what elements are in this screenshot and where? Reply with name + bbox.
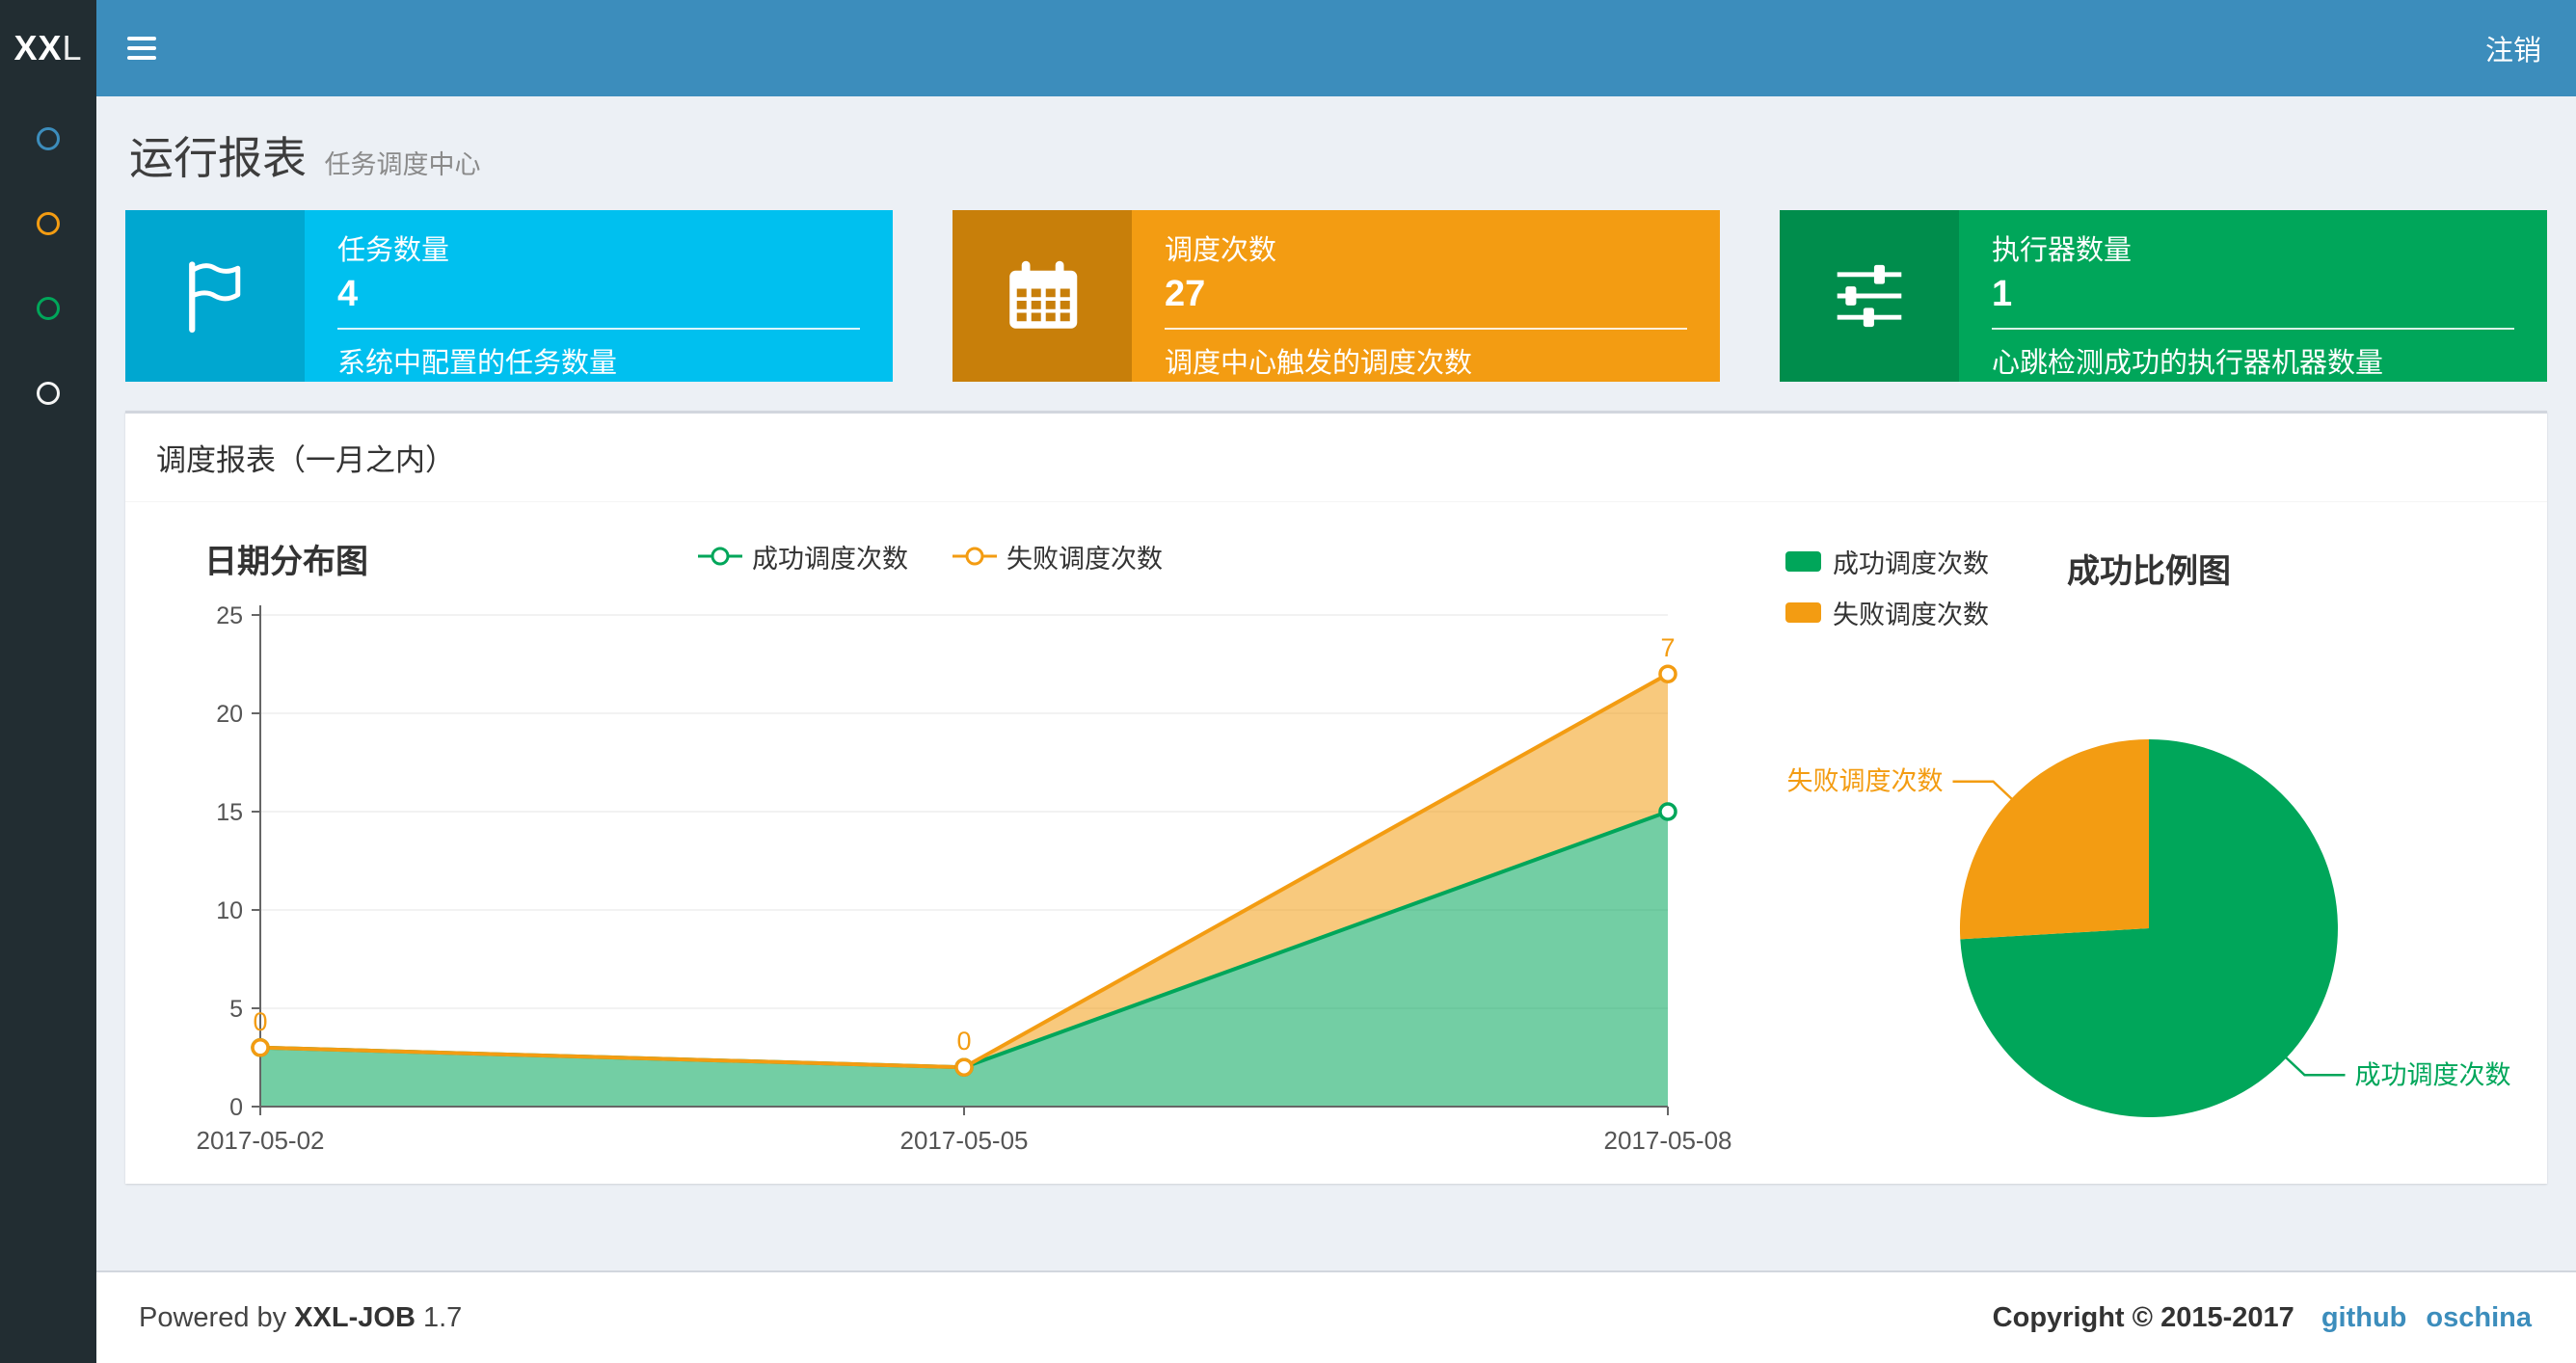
info-box: 执行器数量 1 心跳检测成功的执行器机器数量	[1780, 210, 2547, 382]
svg-text:25: 25	[216, 602, 243, 629]
info-box-divider	[1165, 328, 1687, 330]
pie-slice[interactable]	[1959, 739, 2149, 940]
legend-line-icon	[953, 547, 997, 566]
pie-chart-title: 成功比例图	[2067, 553, 2231, 590]
panel-body: 日期分布图 成功调度次数 失败调度次数 0 5 10 15 20 25 2017-05-02…	[125, 502, 2547, 1184]
info-box-description: 调度中心触发的调度次数	[1165, 348, 1473, 379]
sidebar-menu	[0, 96, 96, 436]
calendar-icon-block	[953, 210, 1132, 382]
footer-links: github oschina	[2302, 1302, 2532, 1333]
legend-label: 成功调度次数	[1833, 549, 1989, 578]
sidebar-toggle-button[interactable]	[96, 0, 187, 96]
svg-text:15: 15	[216, 799, 243, 826]
legend-label: 失败调度次数	[1006, 544, 1163, 574]
sidebar-item-3[interactable]	[0, 266, 96, 351]
page-subtitle: 任务调度中心	[324, 150, 481, 179]
info-box-text: 任务数量 4 系统中配置的任务数量	[305, 210, 893, 382]
line-chart-area: 日期分布图 成功调度次数 失败调度次数 0 5 10 15 20 25 2017-05-02…	[154, 531, 1784, 1164]
info-box-text: 调度次数 27 调度中心触发的调度次数	[1132, 210, 1720, 382]
info-box-text: 执行器数量 1 心跳检测成功的执行器机器数量	[1959, 210, 2547, 382]
legend-item[interactable]: 成功调度次数	[698, 538, 908, 575]
data-point[interactable]	[1658, 664, 1677, 683]
point-label: 0	[956, 1027, 971, 1056]
point-label: 0	[253, 1007, 267, 1036]
svg-text:2017-05-05: 2017-05-05	[900, 1126, 1029, 1155]
logo-text-bold: XX	[13, 28, 63, 67]
line-chart-legend: 成功调度次数 失败调度次数	[698, 538, 1163, 575]
data-point[interactable]	[251, 1038, 270, 1057]
info-box: 调度次数 27 调度中心触发的调度次数	[953, 210, 1720, 382]
circle-icon	[37, 297, 60, 320]
point-label: 7	[1660, 633, 1675, 662]
footer: Powered by XXL-JOB 1.7 Copyright © 2015-…	[96, 1270, 2576, 1363]
svg-text:20: 20	[216, 701, 243, 728]
product-version: 1.7	[422, 1301, 463, 1333]
calendar-icon	[1009, 260, 1078, 329]
report-panel: 调度报表（一月之内） 日期分布图 成功调度次数 失败调度次数 0 5 10 15 20 2…	[125, 411, 2547, 1184]
sidebar-item-4[interactable]	[0, 351, 96, 436]
pie-chart-area: 成功调度次数 失败调度次数 成功调度次数 失败调度次数 成功比例图	[1784, 531, 2528, 1164]
info-box: 任务数量 4 系统中配置的任务数量	[125, 210, 893, 382]
sidebar-item-2[interactable]	[0, 181, 96, 266]
product-name: XXL-JOB	[294, 1301, 416, 1333]
info-box-title: 任务数量	[337, 235, 450, 266]
svg-text:2017-05-02: 2017-05-02	[197, 1126, 325, 1155]
sliders-icon-block	[1780, 210, 1959, 382]
circle-icon	[37, 127, 60, 150]
powered-by: Powered by XXL-JOB 1.7	[139, 1301, 463, 1333]
circle-icon	[37, 212, 60, 235]
footer-link-oschina[interactable]: oschina	[2426, 1302, 2532, 1333]
info-box-value: 27	[1165, 274, 1206, 314]
legend-label: 成功调度次数	[752, 544, 908, 574]
sidebar-item-1[interactable]	[0, 96, 96, 181]
flag-icon	[189, 261, 241, 334]
legend-swatch-icon	[1785, 602, 1821, 623]
pie-slice-label: 失败调度次数	[1787, 767, 1944, 796]
info-boxes-row: 任务数量 4 系统中配置的任务数量 调度次数 27 调度中心触发的调度次数 执行…	[96, 210, 2576, 382]
top-navbar: XX L 注销	[0, 0, 2576, 96]
line-chart-title: 日期分布图	[204, 544, 368, 580]
info-box-title: 调度次数	[1165, 235, 1277, 266]
copyright-text: Copyright © 2015-2017	[1992, 1301, 2294, 1333]
main-content: 运行报表 任务调度中心 任务数量 4 系统中配置的任务数量 调度次数 27 调度…	[96, 96, 2576, 1270]
logout-link[interactable]: 注销	[2451, 0, 2576, 96]
svg-text:5: 5	[229, 996, 243, 1023]
pie-slice-label: 成功调度次数	[2355, 1060, 2511, 1089]
hamburger-icon	[127, 37, 156, 40]
footer-link-github[interactable]: github	[2321, 1302, 2407, 1333]
info-box-description: 系统中配置的任务数量	[337, 348, 618, 379]
info-box-value: 4	[337, 274, 359, 314]
content-header: 运行报表 任务调度中心	[96, 96, 2576, 210]
app-logo[interactable]: XX L	[0, 0, 96, 96]
info-box-value: 1	[1992, 274, 2013, 314]
svg-text:0: 0	[229, 1094, 243, 1121]
info-box-divider	[337, 328, 860, 330]
sidebar	[0, 96, 96, 1363]
pie-callout-line	[1952, 780, 2014, 801]
page-title: 运行报表	[129, 133, 307, 183]
pie-callout-line	[2284, 1056, 2346, 1077]
panel-title: 调度报表（一月之内）	[125, 414, 2547, 502]
legend-item[interactable]: 失败调度次数	[1785, 594, 1989, 631]
sliders-icon	[1837, 264, 1902, 328]
info-box-description: 心跳检测成功的执行器机器数量	[1992, 348, 2384, 379]
legend-line-icon	[698, 547, 742, 566]
info-box-title: 执行器数量	[1992, 235, 2133, 266]
legend-item[interactable]: 失败调度次数	[953, 538, 1163, 575]
svg-text:10: 10	[216, 897, 243, 924]
line-chart-head: 日期分布图 成功调度次数 失败调度次数	[154, 531, 1784, 581]
pie-chart-legend: 成功调度次数 失败调度次数	[1785, 543, 1989, 631]
legend-item[interactable]: 成功调度次数	[1785, 543, 1989, 580]
legend-swatch-icon	[1785, 551, 1821, 572]
legend-label: 失败调度次数	[1833, 601, 1989, 629]
info-box-divider	[1992, 328, 2514, 330]
logo-text-light: L	[62, 28, 83, 67]
flag-icon-block	[125, 210, 305, 382]
copyright-area: Copyright © 2015-2017 github oschina	[1993, 1302, 2532, 1334]
svg-text:2017-05-08: 2017-05-08	[1604, 1126, 1732, 1155]
circle-icon	[37, 382, 60, 405]
data-point[interactable]	[1658, 802, 1677, 821]
data-point[interactable]	[954, 1057, 974, 1077]
line-chart[interactable]: 05101520252017-05-02 2017-05-05 2017-05-08…	[154, 581, 1755, 1160]
